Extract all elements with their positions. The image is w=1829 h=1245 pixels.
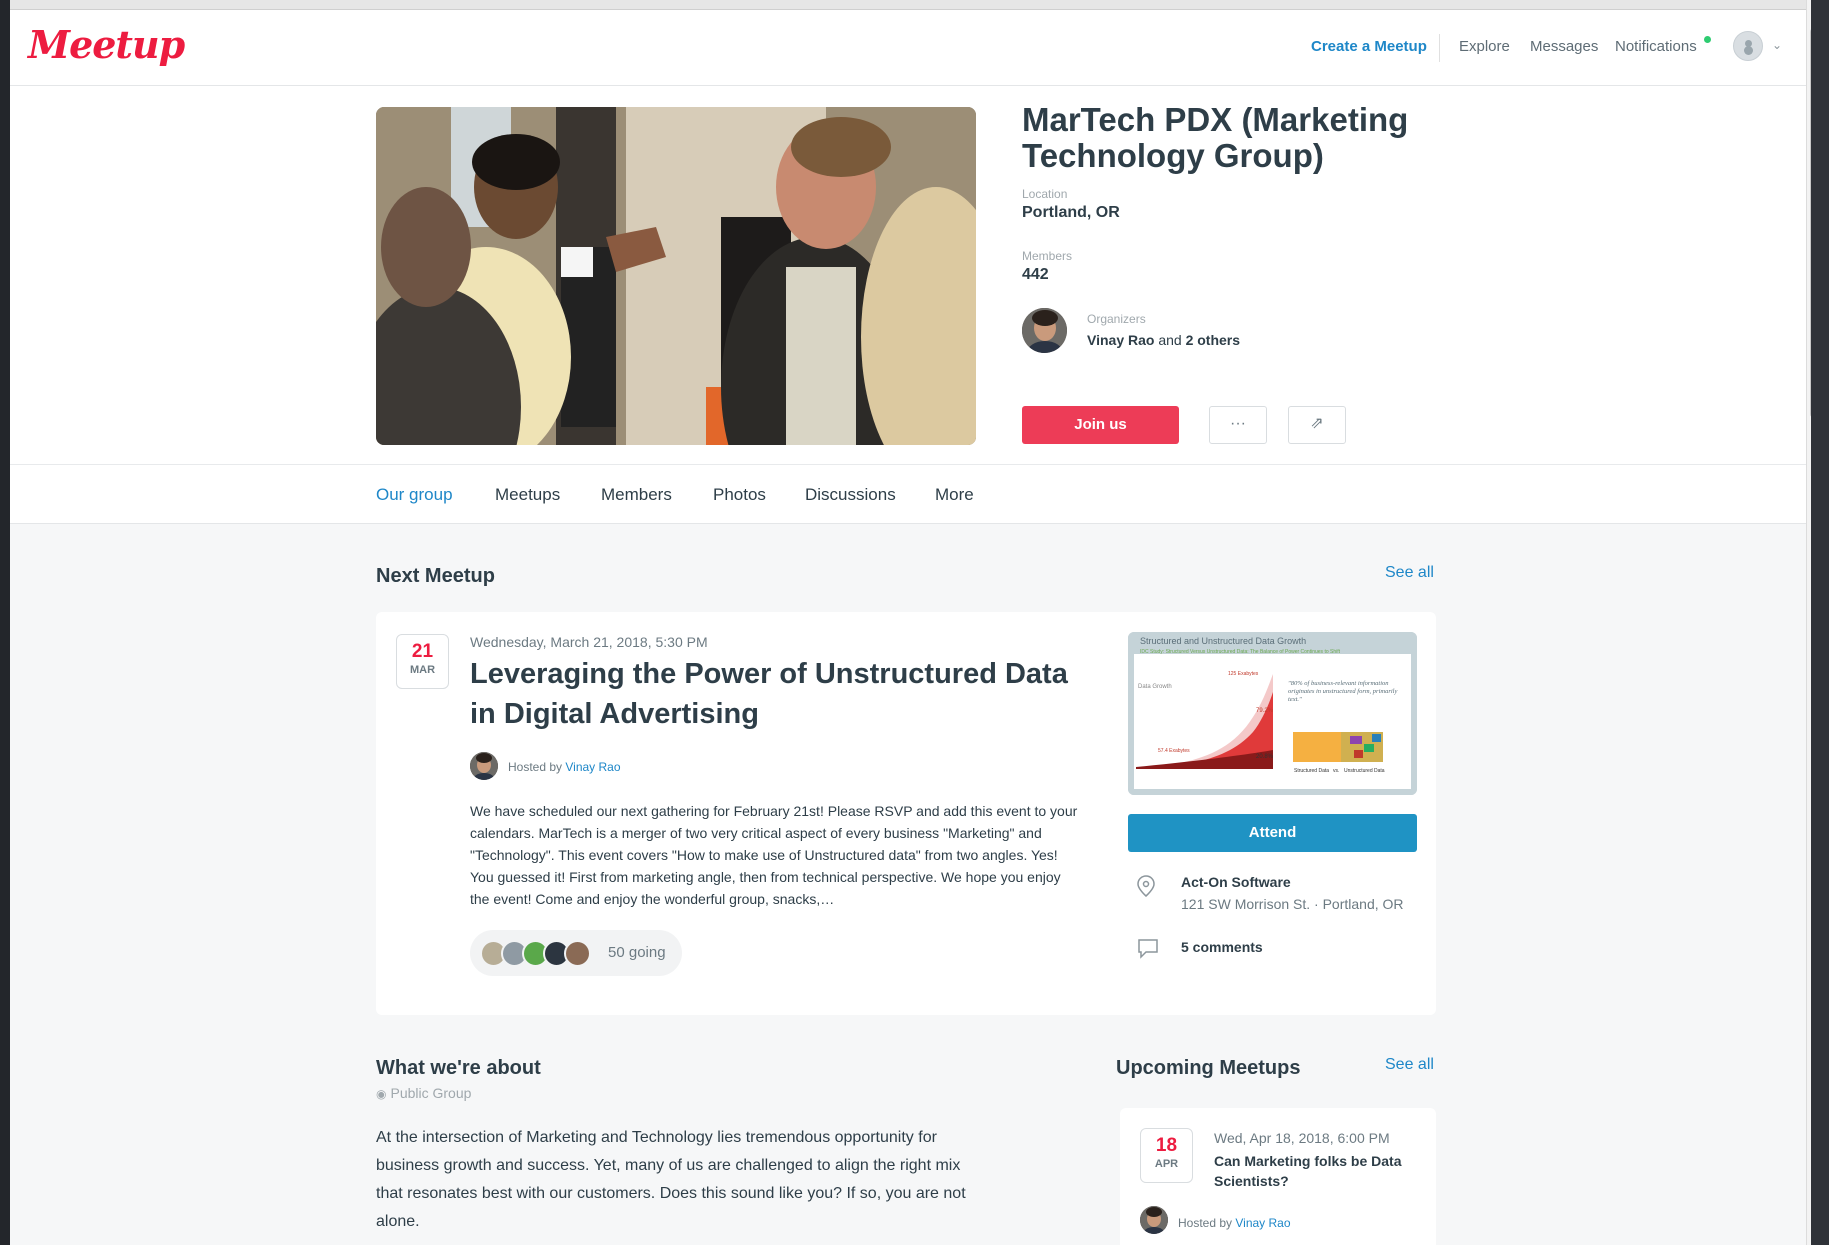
explore-link[interactable]: Explore [1459,38,1510,55]
comments-link[interactable]: 5 comments [1181,939,1263,955]
messages-link[interactable]: Messages [1530,38,1598,55]
event-description: We have scheduled our next gathering for… [470,803,1078,907]
next-meetup-see-all-link[interactable]: See all [1385,564,1434,582]
group-cover-photo [376,107,976,445]
image-subtitle: IDC Study: Structured Versus Unstructure… [1140,649,1341,655]
event-month: MAR [409,664,436,676]
venue-address: 121 SW Morrison St. · Portland, OR [1181,896,1404,912]
hosted-by-label: Hosted by [508,760,563,774]
upcoming-see-all-link[interactable]: See all [1385,1056,1434,1074]
upcoming-month: APR [1154,1158,1179,1170]
about-heading: What we're about [376,1057,541,1079]
organizer-name[interactable]: Vinay Rao [1087,332,1154,348]
group-tabs: Our group Meetups Members Photos Discuss… [10,464,1806,524]
upcoming-event-card[interactable]: 18 APR Wed, Apr 18, 2018, 6:00 PM Can Ma… [1120,1108,1436,1245]
host-name-link[interactable]: Vinay Rao [565,760,620,774]
host-avatar[interactable] [470,752,498,780]
tab-more[interactable]: More [935,485,974,505]
image-legend-a: Structured Data [1294,768,1329,774]
upcoming-event-title[interactable]: Can Marketing folks be Data Scientists? [1214,1151,1424,1191]
next-meetup-card[interactable]: 21 MAR Wednesday, March 21, 2018, 5:30 P… [376,612,1436,1015]
upcoming-hosted-by-label: Hosted by [1178,1216,1233,1230]
event-date-badge: 21 MAR [396,634,449,689]
upcoming-date-badge: 18 APR [1140,1128,1193,1183]
organizers-label: Organizers [1087,312,1146,326]
attendees-going[interactable]: 50 going [470,930,682,976]
location-pin-icon [1136,874,1156,903]
members-count[interactable]: 442 [1022,266,1049,284]
image-quote: "80% of business-relevant information or… [1288,680,1398,703]
share-icon[interactable]: ⇗ [1288,406,1346,444]
browser-window: Meetup Create a Meetup Explore Messages … [10,0,1806,1245]
image-legend-b: Unstructured Data [1344,768,1385,774]
image-pct-low: 20.8% [1256,754,1274,760]
attendee-avatar [564,940,591,967]
tab-discussions[interactable]: Discussions [805,485,896,505]
upcoming-heading: Upcoming Meetups [1116,1057,1301,1079]
organizer-and: and [1158,332,1182,348]
image-axis: Data Growth [1138,684,1172,690]
notification-dot-icon [1704,36,1711,43]
image-legend-vs: vs. [1333,768,1339,774]
event-datetime: Wednesday, March 21, 2018, 5:30 PM [470,634,708,650]
about-description: At the intersection of Marketing and Tec… [376,1129,966,1230]
upcoming-datetime: Wed, Apr 18, 2018, 6:00 PM [1214,1130,1390,1146]
upcoming-host-avatar[interactable] [1140,1206,1168,1234]
join-us-button[interactable]: Join us [1022,406,1179,444]
eye-icon: ◉ [376,1087,387,1101]
group-header: MarTech PDX (Marketing Technology Group)… [10,86,1806,464]
image-start: 57.4 Exabytes [1158,748,1190,754]
location-value[interactable]: Portland, OR [1022,204,1120,222]
desktop-left-edge [0,0,10,1245]
attend-button[interactable]: Attend [1128,814,1417,852]
upcoming-hosted-by: Hosted by Vinay Rao [1178,1216,1291,1230]
tab-photos[interactable]: Photos [713,485,766,505]
group-title: MarTech PDX (Marketing Technology Group) [1022,101,1409,174]
upcoming-day: 18 [1155,1135,1178,1156]
tab-our-group[interactable]: Our group [376,485,453,505]
desktop-right-edge [1811,0,1829,1245]
profile-avatar-icon[interactable] [1733,31,1763,61]
event-title[interactable]: Leveraging the Power of Unstructured Dat… [470,654,1070,734]
organizer-others[interactable]: 2 others [1186,332,1240,348]
image-pct-high: 79.2% [1256,708,1274,714]
visibility-text: Public Group [390,1085,472,1101]
browser-top-edge [10,0,1806,10]
chevron-down-icon[interactable]: ⌄ [1772,38,1782,52]
create-meetup-link[interactable]: Create a Meetup [1311,38,1427,55]
upcoming-host-link[interactable]: Vinay Rao [1235,1216,1290,1230]
comment-icon [1136,936,1160,965]
notifications-link[interactable]: Notifications [1615,38,1697,55]
organizers-list[interactable]: Vinay Rao and 2 others [1087,332,1240,348]
venue-name[interactable]: Act-On Software [1181,874,1291,890]
going-count: 50 going [608,944,666,961]
tab-members[interactable]: Members [601,485,672,505]
public-group-badge: ◉ Public Group [376,1085,471,1101]
image-peak: 125 Exabytes [1228,671,1259,677]
meetup-logo[interactable]: Meetup [28,22,185,67]
image-title: Structured and Unstructured Data Growth [1140,636,1306,646]
more-options-button[interactable]: ··· [1209,406,1267,444]
members-label: Members [1022,249,1073,263]
event-image: Structured and Unstructured Data Growth … [1128,632,1417,795]
organizer-avatar[interactable] [1022,308,1067,353]
event-day: 21 [411,641,434,662]
hosted-by-text: Hosted by Vinay Rao [508,760,621,774]
next-meetup-heading: Next Meetup [376,565,495,587]
nav-divider [1439,34,1440,62]
location-label: Location [1022,187,1068,201]
tab-meetups[interactable]: Meetups [495,485,560,505]
top-nav: Meetup Create a Meetup Explore Messages … [10,10,1806,86]
